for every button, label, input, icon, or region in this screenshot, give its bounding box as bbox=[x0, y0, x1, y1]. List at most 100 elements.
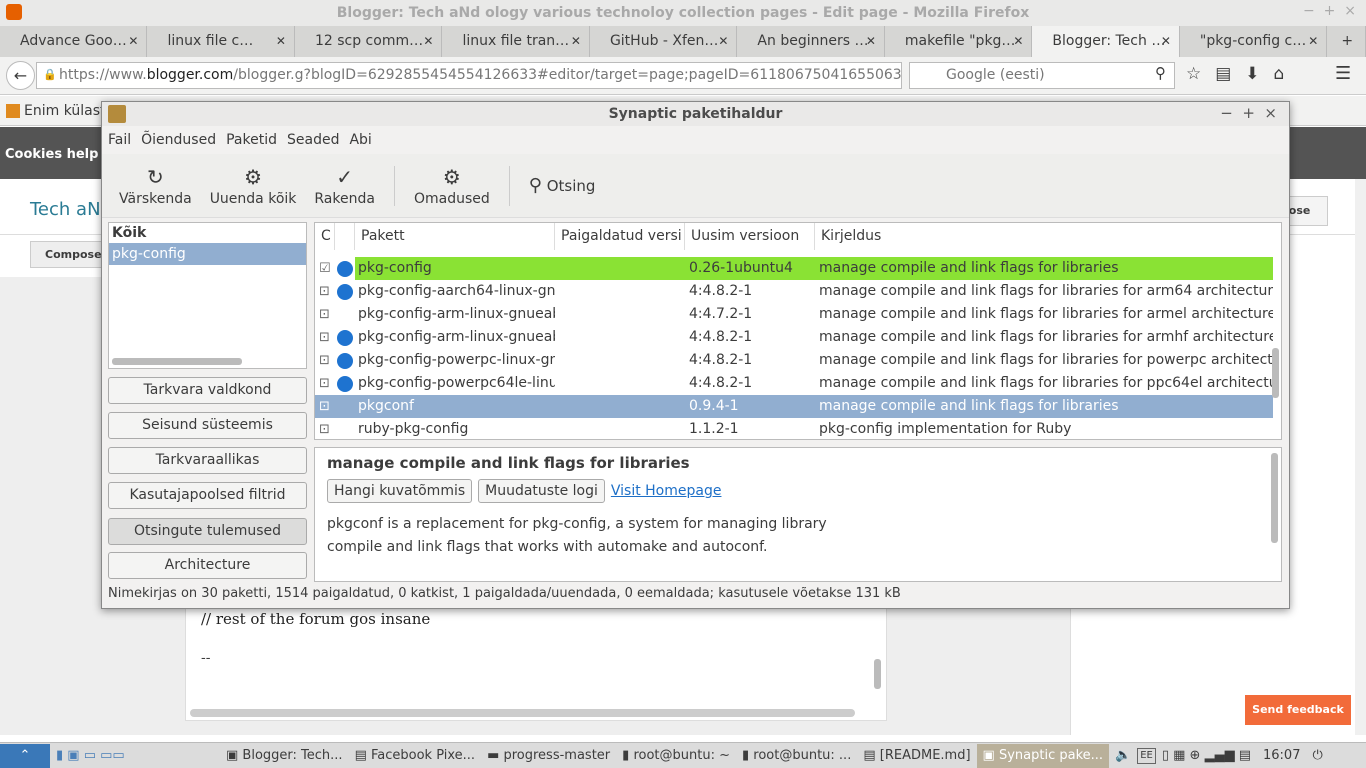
filter-origin-button[interactable]: Tarkvaraallikas bbox=[108, 447, 307, 474]
menu-icon[interactable]: ☰ bbox=[1335, 63, 1351, 84]
menu-edit[interactable]: Õiendused bbox=[141, 132, 216, 148]
close-icon[interactable]: ✕ bbox=[423, 26, 433, 57]
power-icon[interactable]: ⏻ bbox=[1306, 744, 1328, 768]
horizontal-scrollbar[interactable] bbox=[190, 709, 855, 717]
page-scrollbar[interactable] bbox=[1355, 179, 1366, 735]
menu-settings[interactable]: Seaded bbox=[287, 132, 339, 148]
task-terminal[interactable]: ▮ root@buntu: ~ bbox=[616, 744, 736, 768]
status-checkbox[interactable]: ⊡ bbox=[319, 418, 333, 439]
status-checkbox[interactable]: ⊡ bbox=[319, 303, 333, 326]
task-folder[interactable]: ▬ progress-master bbox=[481, 744, 616, 768]
package-row[interactable]: ⊡ pkg-config-arm-linux-gnueabi 4:4.7.2-1 ma… bbox=[315, 303, 1273, 326]
task-synaptic[interactable]: ▣ Synaptic pake... bbox=[976, 743, 1110, 768]
upgrade-all-button[interactable]: ⚙ Uuenda kõik bbox=[201, 165, 306, 207]
column-support[interactable] bbox=[335, 223, 355, 250]
package-row[interactable]: ⊡ pkg-config-aarch64-linux-gnu 4:4.8.2-1 ma… bbox=[315, 280, 1273, 303]
reload-button[interactable]: ↻ Värskenda bbox=[110, 165, 201, 207]
column-status[interactable]: C bbox=[315, 223, 335, 250]
status-checkbox[interactable]: ⊡ bbox=[319, 395, 333, 418]
task-firefox[interactable]: ▣ Blogger: Tech... bbox=[220, 744, 349, 768]
toolbar-icons[interactable]: ☆▤⬇⌂ bbox=[1186, 64, 1298, 84]
task-facebook[interactable]: ▤ Facebook Pixe... bbox=[349, 744, 482, 768]
close-icon[interactable]: ✕ bbox=[276, 26, 286, 57]
send-feedback-button[interactable]: Send feedback bbox=[1245, 695, 1351, 725]
menu-packages[interactable]: Paketid bbox=[226, 132, 277, 148]
column-installed-version[interactable]: Paigaldatud versi bbox=[555, 223, 685, 250]
close-icon[interactable]: ✕ bbox=[718, 26, 728, 57]
filter-scrollbar[interactable] bbox=[112, 358, 242, 365]
changelog-button[interactable]: Muudatuste logi bbox=[478, 479, 605, 503]
bookmark-item[interactable]: Enim külast bbox=[24, 103, 106, 119]
column-package[interactable]: Pakett bbox=[355, 223, 555, 250]
browser-tab[interactable]: linux file tran… ✕ bbox=[442, 26, 590, 57]
status-checkbox[interactable]: ⊡ bbox=[319, 372, 333, 395]
apply-button[interactable]: ✓ Rakenda bbox=[305, 165, 384, 207]
package-row[interactable]: ☑ pkg-config 0.26-1ubuntu4 manage compile a… bbox=[315, 257, 1273, 280]
package-row[interactable]: ⊡ pkg-config-powerpc-linux-gnu 4:4.8.2-1 ma… bbox=[315, 349, 1273, 372]
editor-text[interactable]: -- bbox=[201, 650, 210, 666]
package-row[interactable]: ⊡ pkg-config-arm-linux-gnueabihf 4:4.8.2-1… bbox=[315, 326, 1273, 349]
window-controls[interactable]: − + × bbox=[1303, 3, 1356, 19]
status-checkbox[interactable]: ⊡ bbox=[319, 326, 333, 349]
status-checkbox[interactable]: ⊡ bbox=[319, 280, 333, 303]
close-icon[interactable]: ✕ bbox=[1161, 26, 1171, 57]
browser-tab[interactable]: An beginners … ✕ bbox=[737, 26, 885, 57]
back-button[interactable]: ← bbox=[6, 61, 35, 90]
status-checkbox[interactable]: ☑ bbox=[319, 257, 333, 280]
browser-tab[interactable]: GitHub - Xfen… ✕ bbox=[590, 26, 738, 57]
package-row[interactable]: ⊡ pkgconf 0.9.4-1 manage compile and link f… bbox=[315, 395, 1273, 418]
reload-icon: ↻ bbox=[146, 164, 164, 189]
url-input[interactable]: https://www.blogger.com/blogger.g?blogID… bbox=[36, 62, 902, 89]
keyboard-layout[interactable]: EE bbox=[1137, 747, 1156, 764]
menu-help[interactable]: Abi bbox=[349, 132, 371, 148]
table-scrollbar[interactable] bbox=[1272, 348, 1279, 398]
browser-tab[interactable]: linux file c… ✕ bbox=[147, 26, 295, 57]
filter-list: Kõik pkg-config bbox=[108, 222, 307, 369]
tray-icons[interactable]: ▯ ▦ ⊕ ▂▄▆ ▤ bbox=[1156, 744, 1257, 768]
filter-header[interactable]: Kõik bbox=[109, 223, 306, 243]
close-icon[interactable]: ✕ bbox=[571, 26, 581, 57]
filter-item[interactable]: pkg-config bbox=[109, 243, 306, 265]
browser-tab-active[interactable]: Blogger: Tech … ✕ bbox=[1032, 26, 1180, 57]
quicklaunch-icons[interactable]: ▮ ▣ ▭ ▭▭ bbox=[50, 744, 220, 768]
status-checkbox[interactable]: ⊡ bbox=[319, 349, 333, 372]
menu-file[interactable]: Fail bbox=[108, 132, 131, 148]
properties-button[interactable]: ⚙ Omadused bbox=[405, 165, 499, 207]
editor-text[interactable]: // rest of the forum gos insane bbox=[201, 610, 430, 628]
search-results-button[interactable]: Otsingute tulemused bbox=[108, 518, 307, 545]
browser-tab[interactable]: Advance Goo… ✕ bbox=[0, 26, 148, 57]
search-icon[interactable]: ⚲ bbox=[1155, 64, 1166, 82]
get-screenshot-button[interactable]: Hangi kuvatõmmis bbox=[327, 479, 473, 503]
detail-description: compile and link flags that works with a… bbox=[327, 539, 768, 555]
vertical-scrollbar[interactable] bbox=[874, 659, 881, 689]
synaptic-window-controls[interactable]: − + × bbox=[1220, 104, 1277, 122]
custom-filters-button[interactable]: Kasutajapoolsed filtrid bbox=[108, 482, 307, 509]
package-row[interactable]: ⊡ ruby-pkg-config 1.1.2-1 pkg-config implem… bbox=[315, 418, 1273, 439]
task-readme[interactable]: ▤ [README.md] bbox=[857, 744, 976, 768]
filter-sections-button[interactable]: Tarkvara valdkond bbox=[108, 377, 307, 404]
column-description[interactable]: Kirjeldus bbox=[815, 223, 1275, 250]
architecture-button[interactable]: Architecture bbox=[108, 552, 307, 579]
homepage-link[interactable]: Visit Homepage bbox=[611, 483, 722, 499]
clock[interactable]: 16:07 bbox=[1257, 744, 1306, 768]
close-icon[interactable]: ✕ bbox=[1308, 26, 1318, 57]
new-tab-button[interactable]: + bbox=[1327, 26, 1366, 57]
browser-tab[interactable]: "pkg-config c… ✕ bbox=[1180, 26, 1328, 57]
toolbar: ↻ Värskenda ⚙ Uuenda kõik ✓ Rakenda ⚙ Omadus… bbox=[102, 154, 1289, 218]
close-icon[interactable]: ✕ bbox=[866, 26, 876, 57]
task-terminal[interactable]: ▮ root@buntu: ... bbox=[736, 744, 857, 768]
close-icon[interactable]: ✕ bbox=[1013, 26, 1023, 57]
package-row[interactable]: ⊡ pkg-config-powerpc64le-linux-gnu 4:4.8.2… bbox=[315, 372, 1273, 395]
synaptic-title: Synaptic paketihaldur bbox=[608, 106, 783, 122]
browser-tab[interactable]: makefile "pkg… ✕ bbox=[885, 26, 1033, 57]
column-latest-version[interactable]: Uusim versioon bbox=[685, 223, 815, 250]
close-icon[interactable]: ✕ bbox=[128, 26, 138, 57]
search-input[interactable]: Google (eesti) bbox=[909, 62, 1175, 89]
search-button[interactable]: ⚲ Otsing bbox=[520, 175, 605, 196]
volume-icon[interactable]: 🔈 bbox=[1109, 744, 1137, 768]
filter-status-button[interactable]: Seisund süsteemis bbox=[108, 412, 307, 439]
detail-scrollbar[interactable] bbox=[1271, 453, 1278, 543]
blog-title[interactable]: Tech aN bbox=[30, 199, 101, 220]
start-menu-icon[interactable]: ⌃ bbox=[0, 743, 50, 768]
browser-tab[interactable]: 12 scp comm… ✕ bbox=[295, 26, 443, 57]
